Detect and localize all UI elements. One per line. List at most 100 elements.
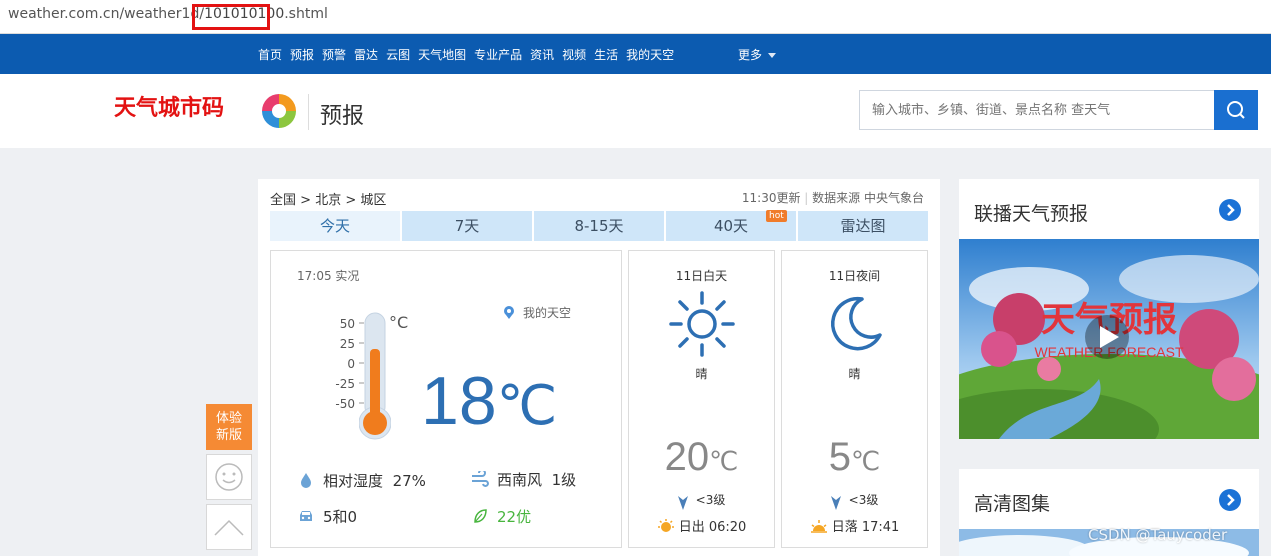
wind-direction: 西南风 [497,471,543,489]
scale-0: 0 [347,357,355,371]
city-code-highlight-box [192,4,270,30]
breadcrumb-province[interactable]: 北京 [315,193,341,208]
car-icon [300,511,312,521]
wind-info: 西南风 1级 [471,469,576,490]
nav-item-my-sky[interactable]: 我的天空 [626,46,674,63]
night-temperature-unit: ℃ [851,446,881,476]
video-more-button[interactable] [1219,199,1241,221]
night-forecast: 11日夜间 晴 5℃ <3级 日落 17:41 [781,250,928,548]
back-to-top-button[interactable] [206,504,252,550]
try-new-version-label-2: 新版 [215,428,242,443]
try-new-version-button[interactable]: 体验 新版 [206,404,252,450]
my-sky-link[interactable]: 我的天空 [503,304,571,321]
search-icon [1227,101,1245,119]
thermometer-icon [359,312,391,440]
breadcrumb: 全国 > 北京 > 城区 [270,189,386,208]
feedback-button[interactable] [206,454,252,500]
tab-7-days[interactable]: 7天 [402,211,532,241]
nav-item-products[interactable]: 专业产品 [474,46,522,63]
nav-item-weather-map[interactable]: 天气地图 [418,46,466,63]
tab-8-15-days[interactable]: 8-15天 [534,211,664,241]
url-suffix: .shtml [284,6,328,22]
scale-25: 25 [339,337,355,351]
scale-unit: °C [389,313,409,332]
watermark: CSDN @Tauycoder [1088,526,1228,544]
nav-item-forecast[interactable]: 预报 [290,46,314,63]
page-title: 预报 [320,104,365,129]
wind-level: 1级 [551,471,577,489]
current-temperature-unit: ℃ [496,376,558,436]
traffic-limit-value: 5和0 [323,508,358,526]
sunset-icon [810,520,827,533]
chevron-down-icon [768,53,777,58]
chevron-up-icon [214,519,244,536]
site-header: 天气城市码 预报 [0,74,1271,148]
traffic-limit-info: 5和0 [297,506,357,527]
night-temperature: 5℃ [782,437,927,477]
daytime-title: 11日白天 [675,269,728,283]
update-info: 11:30更新 | 数据来源 中央气象台 [742,189,924,206]
nav-item-home[interactable]: 首页 [258,46,282,63]
wind-direction-icon [830,496,841,510]
url-prefix: weather.com.cn/weather1d/ [8,6,205,22]
thermometer: 50 25 0 -25 -50 °C [311,309,421,449]
night-temperature-value: 5 [828,435,852,479]
video-thumbnail[interactable]: 天气预报 WEATHER FORECAST [959,239,1259,439]
logo-divider [308,94,309,130]
sunrise-info: 日出 06:20 [629,516,774,535]
browser-address-bar[interactable]: weather.com.cn/weather1d/101010100.shtml [0,0,1271,34]
daytime-temperature-unit: ℃ [709,446,739,476]
smiley-icon [215,463,243,491]
air-quality-info[interactable]: 22优 [471,506,531,527]
update-time: 11:30更新 [741,191,801,205]
nav-item-cloud[interactable]: 云图 [386,46,410,63]
tab-40-days[interactable]: 40天 hot [666,210,796,241]
air-quality-value: 22优 [497,508,532,526]
gallery-more-button[interactable] [1219,489,1241,511]
sunrise-time: 06:20 [708,520,747,535]
scale-minus-25: -25 [335,377,355,391]
nav-item-news[interactable]: 资讯 [530,46,554,63]
night-title: 11日夜间 [828,269,881,283]
gallery-card-title[interactable]: 高清图集 [974,489,1050,516]
current-conditions: 17:05 实况 我的天空 50 25 0 -25 -50 °C 18℃ 相对湿… [270,250,622,548]
tab-today[interactable]: 今天 [270,211,400,241]
daytime-description: 晴 [695,367,708,381]
daytime-wind-value: <3级 [695,493,726,507]
wind-icon [472,471,489,487]
sunset-info: 日落 17:41 [782,516,927,535]
night-wind: <3级 [782,491,927,510]
search-button[interactable] [1214,90,1258,130]
nav-item-radar[interactable]: 雷达 [354,46,378,63]
chevron-right-icon [1227,204,1235,216]
daytime-temperature-value: 20 [664,435,710,479]
sunset-label: 日落 [831,520,858,535]
breadcrumb-national[interactable]: 全国 [270,193,296,208]
current-temperature-value: 18 [421,363,497,439]
weather-card: 全国 > 北京 > 城区 11:30更新 | 数据来源 中央气象台 今天 7天 … [258,179,940,556]
nav-item-warning[interactable]: 预警 [322,46,346,63]
url-text[interactable]: weather.com.cn/weather1d/101010100.shtml [8,6,328,22]
nav-more-label: 更多 [738,48,763,62]
nav-item-life[interactable]: 生活 [594,46,618,63]
hot-badge: hot [766,210,787,222]
weather-logo-icon[interactable] [258,90,300,132]
search-input[interactable] [860,91,1214,129]
forecast-tabs: 今天 7天 8-15天 40天 hot 雷达图 [270,210,928,241]
moon-icon [831,296,882,351]
tab-radar[interactable]: 雷达图 [798,211,928,241]
sunrise-label: 日出 [678,520,705,535]
water-drop-icon [301,473,311,488]
annotation-label: 天气城市码 [114,95,225,121]
humidity-value: 27% [392,472,426,490]
wind-direction-icon [677,496,688,510]
daytime-forecast: 11日白天 晴 20℃ <3级 日出 06:20 [628,250,775,548]
humidity-label: 相对湿度 [323,472,384,490]
chevron-right-icon [1227,494,1235,506]
nav-item-video[interactable]: 视频 [562,46,586,63]
nav-more-button[interactable]: 更多 [738,46,777,63]
search-field[interactable] [859,90,1215,130]
video-card-title[interactable]: 联播天气预报 [974,199,1088,226]
breadcrumb-sep: > [296,193,316,208]
night-wind-value: <3级 [848,493,879,507]
